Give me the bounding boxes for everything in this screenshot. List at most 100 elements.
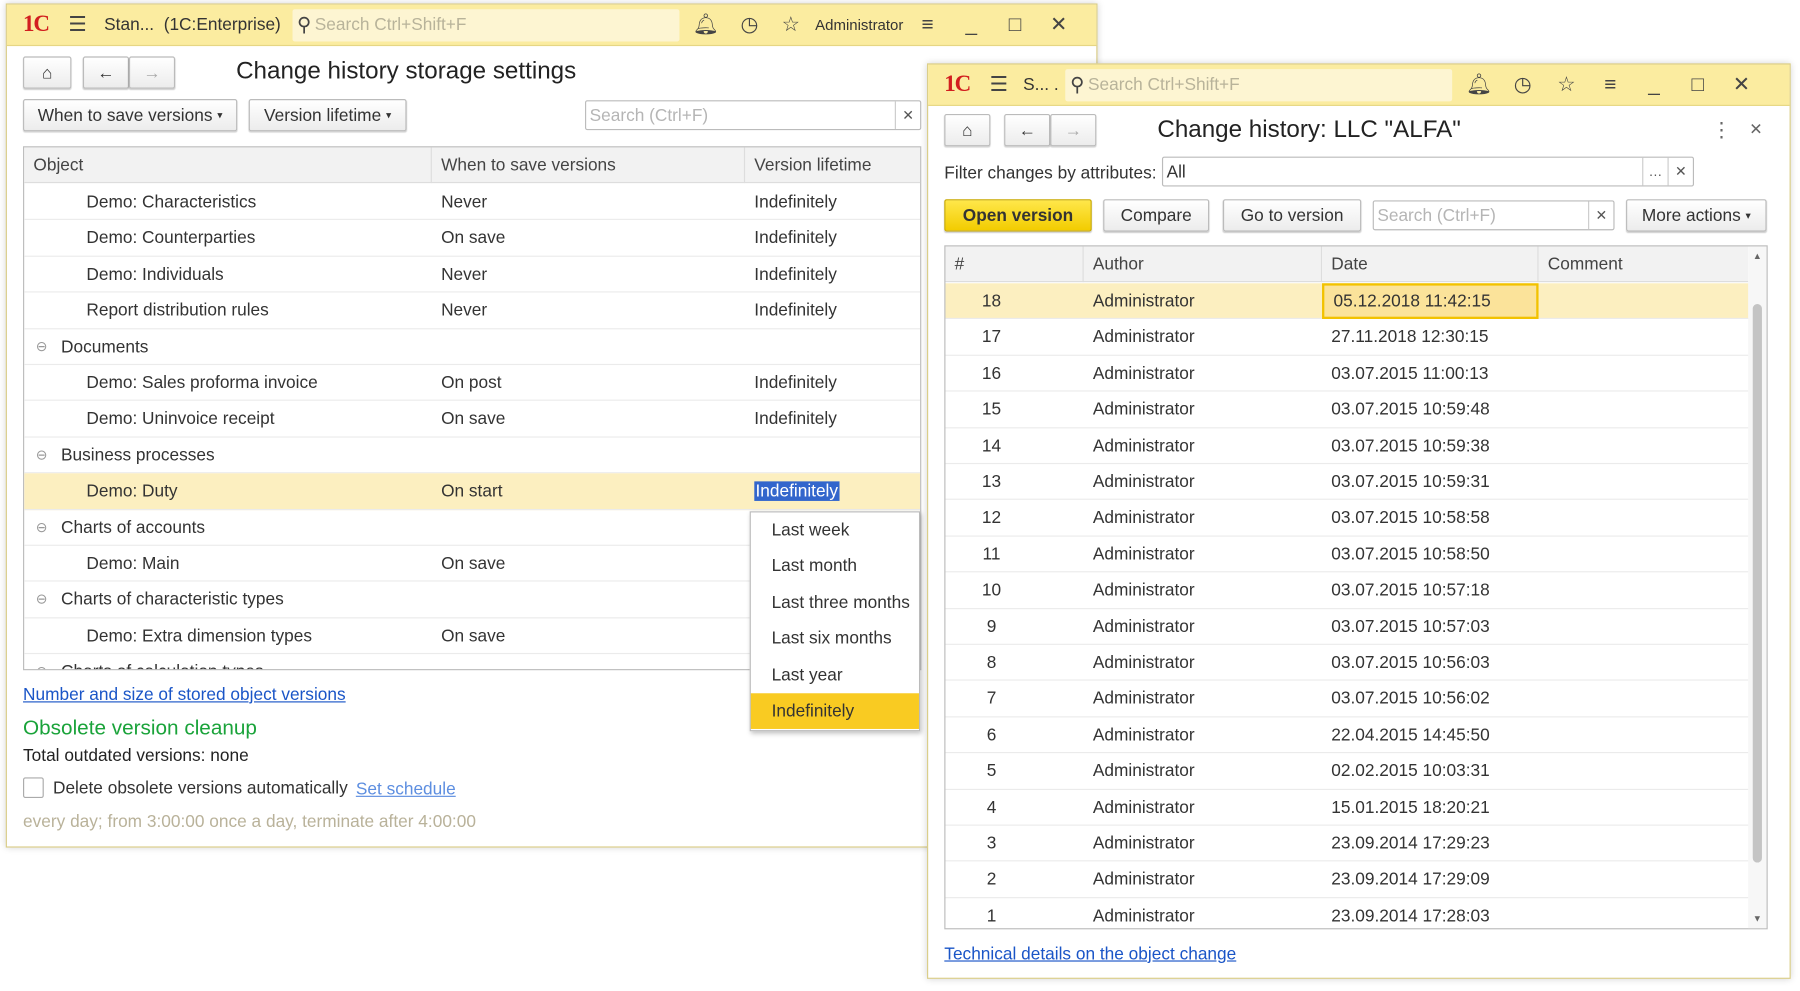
minimize-icon[interactable]: _: [1637, 67, 1672, 102]
clear-icon[interactable]: ✕: [1588, 201, 1613, 230]
table-row[interactable]: 3 Administrator 23.09.2014 17:29:23: [945, 826, 1749, 862]
table-row[interactable]: 2 Administrator 23.09.2014 17:29:09: [945, 862, 1749, 898]
history-icon[interactable]: ◷: [732, 7, 767, 42]
table-row[interactable]: Demo: Duty On start Indefinitely: [24, 473, 921, 510]
compare-button[interactable]: Compare: [1103, 199, 1210, 232]
filter-input[interactable]: All … ✕: [1161, 156, 1695, 187]
maximize-icon[interactable]: □: [1681, 67, 1716, 102]
global-search[interactable]: ⚲ Search Ctrl+Shift+F: [1065, 68, 1453, 101]
scroll-thumb[interactable]: [1752, 304, 1762, 863]
group-row[interactable]: ⊖ Documents: [24, 329, 921, 366]
table-row[interactable]: 13 Administrator 03.07.2015 10:59:31: [945, 464, 1749, 501]
table-row[interactable]: 8 Administrator 03.07.2015 10:56:03: [945, 645, 1749, 682]
search-input[interactable]: Search (Ctrl+F) ✕: [585, 100, 922, 131]
table-row[interactable]: 17 Administrator 27.11.2018 12:30:15: [945, 319, 1749, 356]
table-row[interactable]: Demo: Counterparties On save Indefinitel…: [24, 220, 921, 257]
lifetime-cell[interactable]: Indefinitely: [754, 481, 840, 502]
set-schedule-link[interactable]: Set schedule: [356, 780, 456, 800]
column-header-comment[interactable]: Comment: [1539, 246, 1750, 282]
dropdown-option[interactable]: Last month: [751, 549, 919, 585]
user-name[interactable]: Administrator: [815, 16, 903, 33]
column-header-object[interactable]: Object: [24, 147, 432, 184]
choose-icon[interactable]: …: [1642, 157, 1667, 186]
minimize-icon[interactable]: _: [954, 7, 989, 42]
forward-button[interactable]: →: [128, 56, 176, 89]
number-cell: 6: [986, 725, 997, 745]
table-row[interactable]: 1 Administrator 23.09.2014 17:28:03: [945, 898, 1748, 928]
close-icon[interactable]: ✕: [1724, 67, 1759, 102]
bell-icon[interactable]: 🔔︎: [1462, 67, 1497, 102]
scroll-down-icon[interactable]: ▼: [1748, 913, 1766, 923]
forward-button[interactable]: →: [1050, 114, 1097, 147]
table-row[interactable]: Demo: Sales proforma invoice On post Ind…: [24, 365, 921, 402]
scroll-up-icon[interactable]: ▲: [1748, 251, 1766, 261]
auto-delete-checkbox[interactable]: [23, 777, 44, 799]
object-cell: Report distribution rules: [86, 300, 269, 321]
table-row[interactable]: 7 Administrator 03.07.2015 10:56:02: [945, 681, 1749, 718]
table-row[interactable]: 18 Administrator 05.12.2018 11:42:15: [945, 283, 1749, 320]
star-icon[interactable]: ☆: [1549, 67, 1584, 102]
table-row[interactable]: 5 Administrator 02.02.2015 10:03:31: [945, 753, 1749, 790]
more-icon[interactable]: ⋮: [1711, 119, 1732, 143]
history-icon[interactable]: ◷: [1505, 67, 1540, 102]
collapse-icon[interactable]: ⊖: [36, 654, 48, 670]
clear-icon[interactable]: ✕: [1667, 157, 1693, 186]
home-button[interactable]: ⌂: [944, 114, 991, 147]
more-actions-button[interactable]: More actions ▾: [1626, 199, 1767, 232]
table-row[interactable]: 12 Administrator 03.07.2015 10:58:58: [945, 500, 1749, 537]
close-icon[interactable]: ✕: [1042, 7, 1077, 42]
bell-icon[interactable]: 🔔︎: [688, 7, 723, 42]
back-button[interactable]: ←: [82, 56, 129, 89]
column-header-number[interactable]: #: [945, 246, 1084, 283]
dropdown-option[interactable]: Last week: [751, 512, 919, 548]
table-row[interactable]: 6 Administrator 22.04.2015 14:45:50: [945, 717, 1749, 754]
version-lifetime-button[interactable]: Version lifetime ▾: [248, 99, 407, 132]
column-header-lifetime[interactable]: Version lifetime: [745, 147, 920, 183]
back-button[interactable]: ←: [1004, 114, 1051, 147]
collapse-icon[interactable]: ⊖: [36, 510, 48, 546]
table-row[interactable]: Demo: Individuals Never Indefinitely: [24, 257, 921, 293]
table-row[interactable]: 9 Administrator 03.07.2015 10:57:03: [945, 609, 1749, 645]
scrollbar[interactable]: ▲ ▼: [1748, 246, 1767, 929]
table-header: Object When to save versions Version lif…: [24, 147, 921, 184]
table-row[interactable]: 16 Administrator 03.07.2015 11:00:13: [945, 356, 1749, 392]
column-header-when[interactable]: When to save versions: [432, 147, 746, 184]
open-version-button[interactable]: Open version: [944, 199, 1092, 232]
table-row[interactable]: 10 Administrator 03.07.2015 10:57:18: [945, 573, 1749, 609]
settings-menu-icon[interactable]: ≡: [1593, 67, 1628, 102]
column-header-date[interactable]: Date: [1322, 246, 1539, 283]
table-row[interactable]: Demo: Characteristics Never Indefinitely: [24, 184, 921, 221]
stats-link[interactable]: Number and size of stored object version…: [23, 685, 346, 705]
dropdown-option[interactable]: Last three months: [751, 585, 919, 621]
table-row[interactable]: Report distribution rules Never Indefini…: [24, 293, 921, 329]
auto-delete-label[interactable]: Delete obsolete versions automatically: [53, 778, 348, 798]
table-row[interactable]: 14 Administrator 03.07.2015 10:59:38: [945, 428, 1749, 465]
when-to-save-button[interactable]: When to save versions ▾: [23, 99, 238, 132]
technical-details-link[interactable]: Technical details on the object change: [944, 944, 1236, 964]
maximize-icon[interactable]: □: [998, 7, 1033, 42]
table-row[interactable]: 4 Administrator 15.01.2015 18:20:21: [945, 790, 1749, 826]
clear-icon[interactable]: ✕: [894, 101, 920, 129]
column-header-author[interactable]: Author: [1084, 246, 1323, 283]
table-row[interactable]: 15 Administrator 03.07.2015 10:59:48: [945, 392, 1749, 428]
star-icon[interactable]: ☆: [774, 7, 809, 42]
dropdown-option[interactable]: Last year: [751, 657, 919, 693]
collapse-icon[interactable]: ⊖: [36, 329, 48, 365]
collapse-icon[interactable]: ⊖: [36, 437, 48, 473]
menu-icon[interactable]: ☰: [982, 67, 1017, 102]
table-row[interactable]: Demo: Uninvoice receipt On save Indefini…: [24, 401, 921, 438]
table-row[interactable]: 11 Administrator 03.07.2015 10:58:50: [945, 536, 1749, 573]
global-search[interactable]: ⚲ Search Ctrl+Shift+F: [292, 8, 680, 41]
date-cell: 03.07.2015 10:59:38: [1331, 435, 1490, 456]
home-button[interactable]: ⌂: [23, 56, 72, 89]
search-input[interactable]: Search (Ctrl+F) ✕: [1372, 200, 1615, 231]
close-form-icon[interactable]: ✕: [1749, 120, 1763, 140]
dropdown-option[interactable]: Last six months: [751, 621, 919, 657]
collapse-icon[interactable]: ⊖: [36, 582, 48, 618]
settings-menu-icon[interactable]: ≡: [910, 7, 945, 42]
when-cell: On save: [441, 228, 506, 249]
dropdown-option[interactable]: Indefinitely: [750, 693, 919, 730]
go-to-version-button[interactable]: Go to version: [1222, 199, 1362, 232]
menu-icon[interactable]: ☰: [60, 7, 95, 42]
group-row[interactable]: ⊖ Business processes: [24, 437, 921, 474]
